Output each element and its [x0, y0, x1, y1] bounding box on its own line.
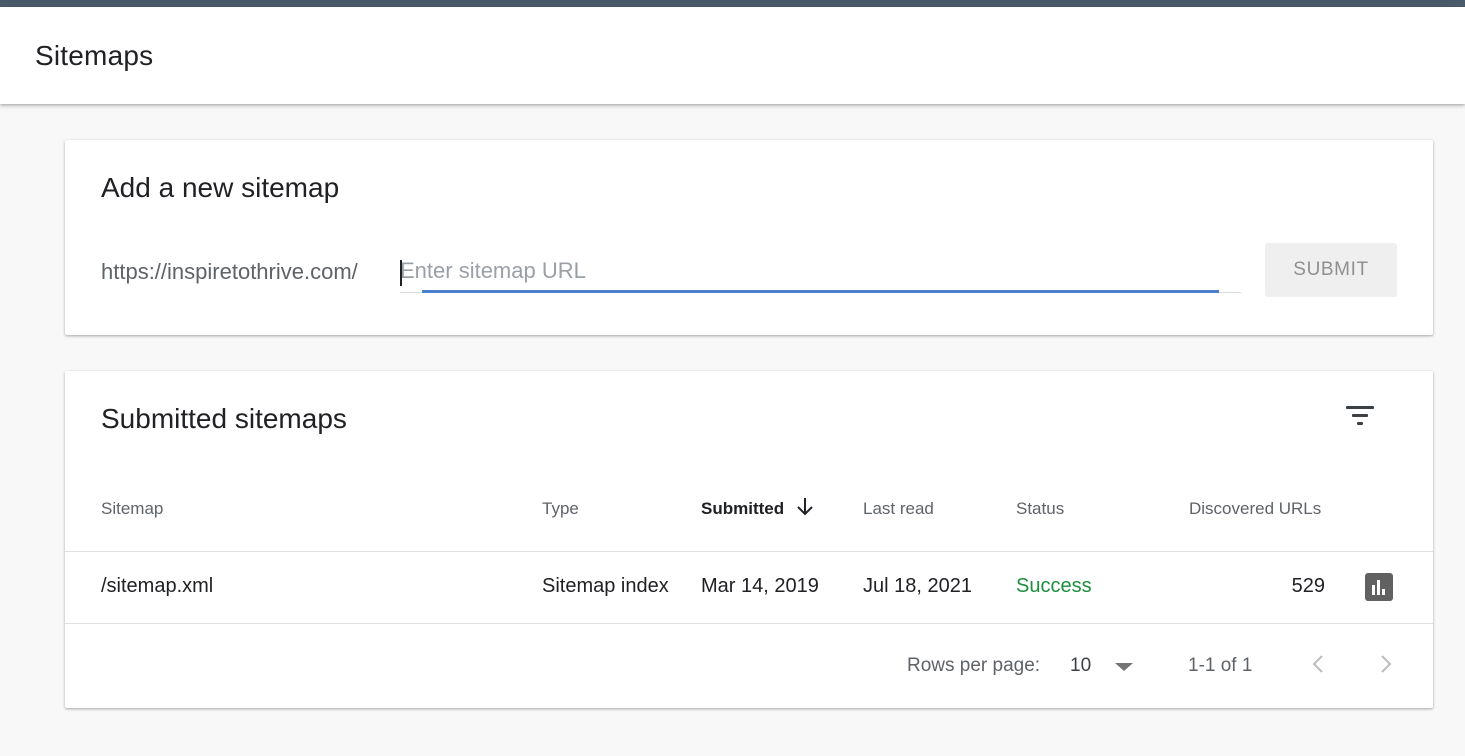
filter-list-icon[interactable] [1345, 404, 1375, 428]
submit-button[interactable]: SUBMIT [1265, 243, 1397, 297]
sitemap-url-input[interactable] [400, 252, 1218, 290]
column-header-status[interactable]: Status [1016, 499, 1064, 519]
table-header-divider [65, 551, 1433, 552]
cell-type: Sitemap index [542, 575, 669, 597]
column-header-last-read[interactable]: Last read [863, 499, 934, 519]
page-title: Sitemaps [35, 40, 154, 71]
submitted-sitemaps-title: Submitted sitemaps [101, 403, 347, 434]
column-header-discovered-urls[interactable]: Discovered URLs [1189, 499, 1321, 519]
add-sitemap-card: Add a new sitemap https://inspiretothriv… [65, 140, 1433, 335]
text-caret [400, 260, 402, 286]
cell-sitemap: /sitemap.xml [101, 575, 214, 597]
column-header-type[interactable]: Type [542, 499, 579, 519]
sitemap-url-field[interactable] [400, 252, 1241, 294]
table-footer-divider [65, 623, 1433, 624]
add-sitemap-title: Add a new sitemap [101, 172, 340, 203]
column-header-sitemap[interactable]: Sitemap [101, 499, 163, 519]
cell-last-read: Jul 18, 2021 [863, 575, 972, 597]
chevron-right-icon[interactable] [1370, 649, 1400, 679]
cell-submitted: Mar 14, 2019 [701, 575, 819, 597]
chevron-left-icon[interactable] [1304, 649, 1334, 679]
pagination-range: 1-1 of 1 [1188, 655, 1253, 676]
rows-per-page-label: Rows per page: [907, 655, 1041, 676]
page-header: Sitemaps [0, 7, 1465, 104]
rows-per-page-value: 10 [1070, 655, 1092, 676]
column-header-submitted[interactable]: Submitted [701, 499, 784, 519]
bar-chart-icon[interactable] [1365, 573, 1393, 601]
submitted-sitemaps-card: Submitted sitemaps Sitemap Type Submitte… [65, 371, 1433, 708]
top-strip [0, 0, 1465, 7]
sort-descending-arrow-icon[interactable] [795, 495, 815, 519]
rows-per-page-select[interactable]: 10 [1068, 649, 1140, 683]
cell-status: Success [1016, 575, 1092, 597]
sitemap-url-prefix: https://inspiretothrive.com/ [101, 259, 358, 284]
cell-discovered-urls: 529 [1291, 575, 1325, 597]
input-focus-underline [422, 290, 1219, 293]
dropdown-caret-icon [1115, 663, 1133, 671]
